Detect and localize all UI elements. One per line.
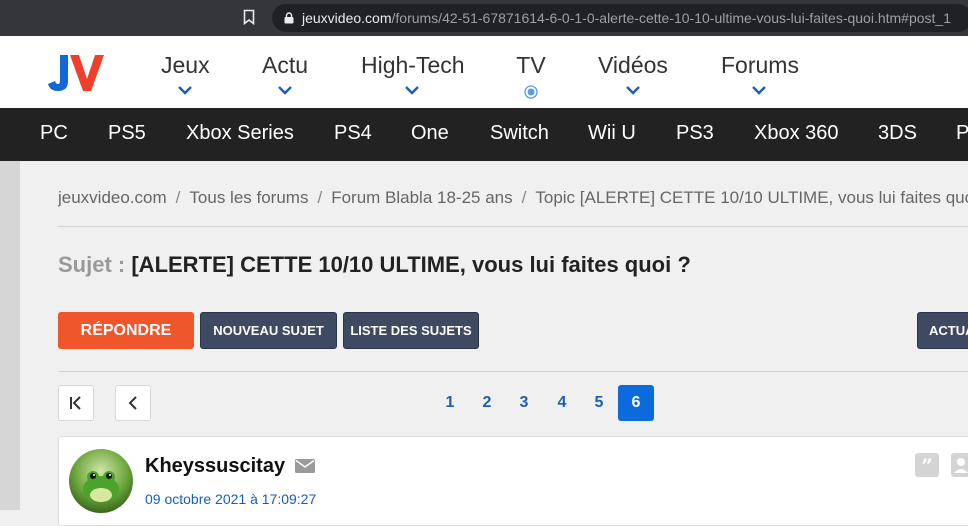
svg-text:”: ” [921, 454, 933, 477]
nav-label: Jeux [161, 52, 210, 78]
address-bar[interactable]: jeuxvideo.com/forums/42-51-67871614-6-0-… [272, 4, 968, 32]
platform-3ds[interactable]: 3DS [878, 122, 917, 145]
post-date[interactable]: 09 octobre 2021 à 17:09:27 [145, 491, 316, 507]
page-title: Sujet : [ALERTE] CETTE 10/10 ULTIME, vou… [58, 252, 691, 278]
nav-label: Forums [721, 52, 799, 78]
breadcrumb-separator: / [317, 188, 323, 207]
post-author[interactable]: Kheyssuscitay [145, 455, 285, 478]
first-page-icon [70, 396, 81, 410]
first-page-button[interactable] [58, 385, 94, 421]
url-path: /forums/42-51-67871614-6-0-1-0-alerte-ce… [391, 10, 952, 26]
platform-xbox-series[interactable]: Xbox Series [186, 122, 294, 145]
chevron-down-icon [278, 86, 292, 95]
breadcrumb: jeuxvideo.com / Tous les forums / Forum Blab… [58, 188, 968, 210]
divider [58, 226, 968, 227]
platform-one[interactable]: One [411, 122, 449, 145]
breadcrumb-separator: / [521, 188, 527, 207]
breadcrumb-all-forums[interactable]: Tous les forums [189, 188, 308, 207]
refresh-button[interactable]: ACTUALISER [917, 312, 968, 349]
topic-list-button[interactable]: LISTE DES SUJETS [343, 312, 479, 349]
new-topic-button[interactable]: NOUVEAU SUJET [200, 312, 337, 349]
page-3[interactable]: 3 [506, 385, 542, 421]
breadcrumb-topic: Topic [ALERTE] CETTE 10/10 ULTIME, vous … [535, 188, 968, 207]
chevron-down-icon [752, 86, 766, 95]
title-prefix: Sujet : [58, 252, 126, 277]
nav-label: High-Tech [361, 52, 465, 78]
platform-bar: PC PS5 Xbox Series PS4 One Switch Wii U … [0, 108, 968, 161]
browser-toolbar: jeuxvideo.com/forums/42-51-67871614-6-0-… [0, 0, 968, 36]
nav-label: Vidéos [598, 52, 668, 78]
nav-label: Actu [262, 52, 309, 78]
user-card-icon[interactable] [951, 453, 968, 477]
prev-page-button[interactable] [115, 385, 151, 421]
breadcrumb-forum[interactable]: Forum Blabla 18-25 ans [331, 188, 512, 207]
platform-ps4[interactable]: PS4 [334, 122, 372, 145]
quote-icon[interactable]: ” [915, 453, 939, 477]
platform-xbox-360[interactable]: Xbox 360 [754, 122, 839, 145]
page-6-current[interactable]: 6 [618, 385, 654, 421]
nav-tv[interactable]: TV [515, 52, 547, 99]
chevron-left-icon [128, 396, 137, 410]
site-header: Jeux Actu High-Tech TV Vidéos Forums [0, 36, 968, 108]
platform-ps5[interactable]: PS5 [108, 122, 146, 145]
title-text: [ALERTE] CETTE 10/10 ULTIME, vous lui fa… [131, 252, 691, 277]
bookmark-icon[interactable] [243, 9, 255, 25]
divider [58, 371, 968, 372]
page-2[interactable]: 2 [469, 385, 505, 421]
platform-pc[interactable]: PC [40, 122, 68, 145]
platform-wii-u[interactable]: Wii U [588, 122, 636, 145]
nav-forums[interactable]: Forums [721, 52, 799, 95]
nav-actu[interactable]: Actu [262, 52, 308, 95]
post-card: Kheyssuscitay 09 octobre 2021 à 17:09:27… [58, 436, 968, 526]
breadcrumb-separator: / [175, 188, 181, 207]
nav-videos[interactable]: Vidéos [598, 52, 668, 95]
nav-high-tech[interactable]: High-Tech [361, 52, 465, 95]
platform-switch[interactable]: Switch [490, 122, 549, 145]
url-host: jeuxvideo.com [302, 10, 392, 26]
reply-button[interactable]: RÉPONDRE [58, 312, 194, 349]
lock-icon [284, 12, 294, 24]
nav-label: TV [516, 52, 546, 78]
chevron-down-icon [178, 86, 192, 95]
mail-icon[interactable] [295, 459, 315, 473]
left-gutter [0, 161, 20, 510]
avatar[interactable] [69, 449, 133, 513]
page-1[interactable]: 1 [432, 385, 468, 421]
page-4[interactable]: 4 [544, 385, 580, 421]
live-dot-icon [524, 85, 538, 99]
page-5[interactable]: 5 [581, 385, 617, 421]
main-nav: Jeux Actu High-Tech TV Vidéos Forums [0, 36, 968, 108]
platform-ps3[interactable]: PS3 [676, 122, 714, 145]
chevron-down-icon [625, 86, 640, 95]
breadcrumb-home[interactable]: jeuxvideo.com [58, 188, 167, 207]
chevron-down-icon [405, 86, 419, 95]
nav-jeux[interactable]: Jeux [161, 52, 210, 95]
platform-pc-overflow[interactable]: PC [956, 122, 968, 145]
